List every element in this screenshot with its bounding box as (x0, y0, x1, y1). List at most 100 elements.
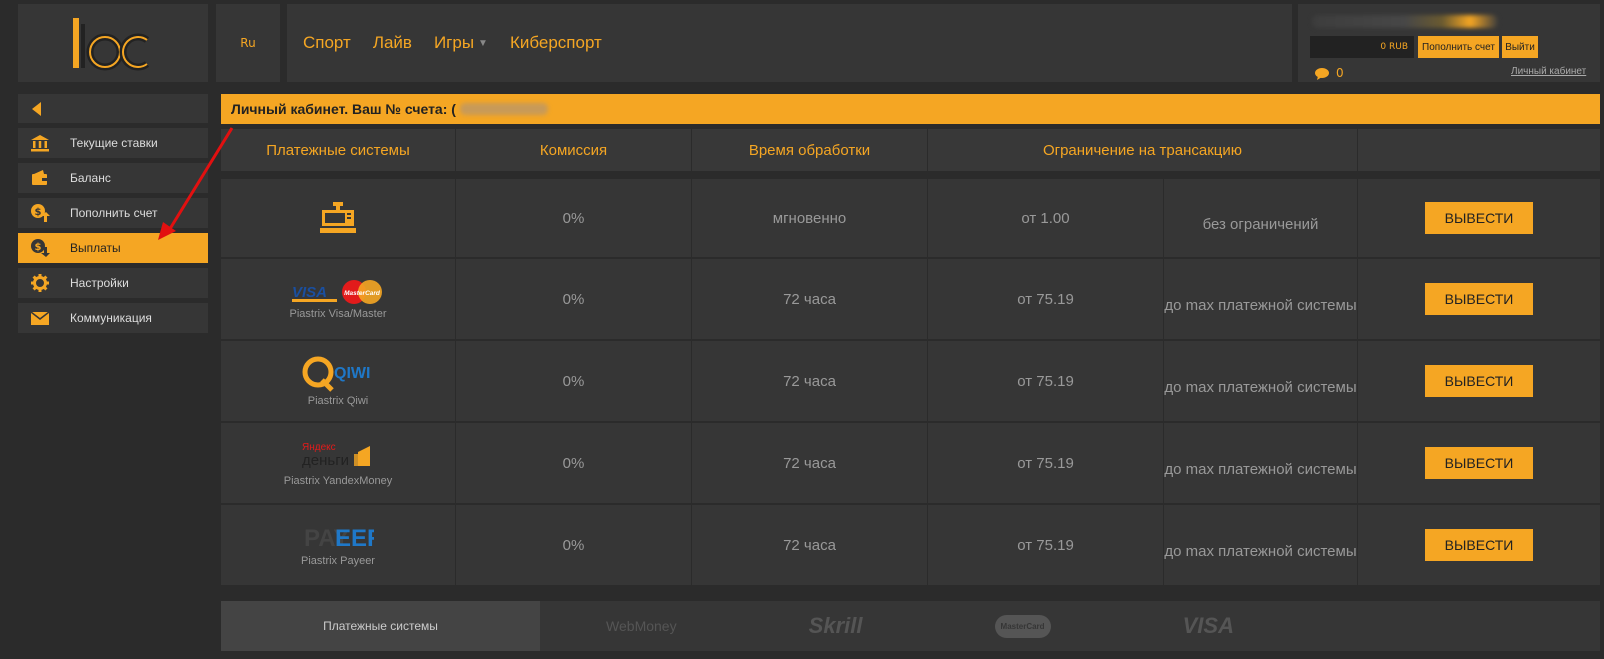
mastercard-logo-text: MasterCard (344, 290, 381, 297)
language-selector[interactable]: Ru (216, 4, 280, 82)
column-header: Комиссия (456, 129, 692, 171)
payment-system-cell: QIWI Piastrix Qiwi (221, 341, 456, 421)
deposit-button[interactable]: Пополнить счет (1418, 36, 1499, 58)
chevron-left-icon (32, 101, 41, 116)
processing-time-cell: мгновенно (692, 179, 928, 257)
column-header: Ограничение на трансакцию (928, 129, 1358, 171)
sidebar-item-settings[interactable]: Настройки (18, 268, 208, 298)
processing-time-cell: 72 часа (692, 259, 928, 339)
table-row: Яндекс деньги Piastrix YandexMoney 0% 72… (221, 423, 1600, 505)
coin-down-icon: $ (18, 238, 62, 258)
nav-games-label: Игры (433, 33, 475, 52)
sidebar-item-deposit[interactable]: $ Пополнить счет (18, 198, 208, 228)
logout-button[interactable]: Выйти (1502, 36, 1538, 58)
commission-cell: 0% (456, 179, 692, 257)
messages-count: 0 (1336, 66, 1344, 80)
min-amount-cell: от 75.19 (928, 423, 1164, 503)
page-title-bar: Личный кабинет. Ваш № счета: ( (221, 94, 1600, 124)
sidebar-item-current-bets[interactable]: Текущие ставки (18, 128, 208, 158)
withdraw-button[interactable]: ВЫВЕСТИ (1425, 365, 1533, 397)
visa-logo: VISA (1182, 613, 1234, 638)
sidebar-item-label: Коммуникация (70, 311, 152, 325)
envelope-icon (18, 311, 62, 325)
chevron-down-icon: ▼ (478, 37, 488, 49)
action-cell: ВЫВЕСТИ (1358, 341, 1600, 421)
skrill-logo: Skrill (808, 613, 863, 638)
nav-sport[interactable]: Спорт (303, 33, 351, 53)
withdraw-button[interactable]: ВЫВЕСТИ (1425, 447, 1533, 479)
action-cell: ВЫВЕСТИ (1358, 423, 1600, 503)
nav-esports[interactable]: Киберспорт (510, 33, 602, 53)
limit-cell: до max платежной системы (1164, 341, 1358, 421)
main-content: Личный кабинет. Ваш № счета: ( Платежные… (221, 94, 1600, 587)
sidebar-item-label: Пополнить счет (70, 206, 158, 220)
payment-system-name: Piastrix YandexMoney (283, 474, 393, 487)
mastercard-logo: MasterCard (994, 614, 1051, 638)
action-cell: ВЫВЕСТИ (1358, 259, 1600, 339)
sidebar-item-label: Выплаты (70, 241, 121, 255)
table-row: PAY EER Piastrix Payeer 0% 72 часа от 75… (221, 505, 1600, 587)
money-logo-text: деньги (302, 452, 349, 469)
min-amount-cell: от 1.00 (928, 179, 1164, 257)
footer-label: Платежные системы (221, 601, 540, 651)
payment-system-cell: VISA MasterCard Piastrix Visa/Master (221, 259, 456, 339)
site-logo[interactable] (18, 4, 208, 82)
visa-mastercard-logo: VISA MasterCard (292, 279, 382, 304)
payeer-logo: PAY EER (304, 525, 374, 552)
processing-time-cell: 72 часа (692, 423, 928, 503)
min-amount-cell: от 75.19 (928, 259, 1164, 339)
gear-icon (18, 274, 62, 292)
min-amount-cell: от 75.19 (928, 341, 1164, 421)
nav-games[interactable]: Игры ▼ (434, 33, 488, 53)
webmoney-logo: WebMoney (606, 618, 677, 634)
withdraw-button[interactable]: ВЫВЕСТИ (1425, 283, 1533, 315)
account-number-blurred (459, 103, 548, 115)
withdraw-button[interactable]: ВЫВЕСТИ (1425, 202, 1533, 234)
nav-live[interactable]: Лайв (373, 33, 412, 53)
qiwi-logo-text: QIWI (334, 365, 370, 382)
table-header: Платежные системы Комиссия Время обработ… (221, 129, 1600, 171)
cash-register-icon (320, 202, 356, 233)
commission-cell: 0% (456, 259, 692, 339)
messages-indicator[interactable]: 0 (1314, 66, 1344, 80)
payout-methods-table: Платежные системы Комиссия Время обработ… (221, 129, 1600, 587)
personal-cabinet-link[interactable]: Личный кабинет (1511, 66, 1586, 77)
sidebar-item-label: Настройки (70, 276, 129, 290)
qiwi-logo: QIWI (302, 356, 370, 392)
limit-cell: до max платежной системы (1164, 505, 1358, 585)
coin-up-icon: $ (18, 203, 62, 223)
payment-system-cell: Яндекс деньги Piastrix YandexMoney (221, 423, 456, 503)
table-row: 0% мгновенно от 1.00 без ограничений ВЫВ… (221, 179, 1600, 259)
processing-time-cell: 72 часа (692, 341, 928, 421)
sidebar-item-label: Баланс (70, 171, 111, 185)
nav-live-label: Лайв (372, 33, 412, 52)
top-navigation: Спорт Лайв Игры ▼ Киберспорт (287, 4, 1292, 82)
action-cell: ВЫВЕСТИ (1358, 505, 1600, 585)
table-row: QIWI Piastrix Qiwi 0% 72 часа от 75.19 д… (221, 341, 1600, 423)
sidebar-item-label: Текущие ставки (70, 136, 158, 150)
footer-payment-systems: Платежные системы WebMoney Skrill Master… (221, 601, 1600, 651)
chat-bubble-icon (1315, 67, 1329, 80)
table-body: 0% мгновенно от 1.00 без ограничений ВЫВ… (221, 179, 1600, 587)
payment-system-name: Piastrix Qiwi (307, 394, 369, 407)
bank-icon (18, 134, 62, 152)
page-title: Личный кабинет. Ваш № счета: ( (231, 101, 456, 117)
sidebar: Текущие ставки Баланс $ Пополнить счет $… (18, 94, 208, 338)
payment-system-cell: PAY EER Piastrix Payeer (221, 505, 456, 585)
payment-system-name: Piastrix Payeer (301, 554, 375, 567)
sidebar-back-button[interactable] (18, 94, 208, 123)
balance-display: 0 RUB (1310, 36, 1414, 58)
limit-cell: без ограничений (1164, 179, 1358, 257)
payment-system-cell (221, 179, 456, 257)
footer-logos: WebMoney Skrill MasterCard VISA (540, 601, 1600, 651)
commission-cell: 0% (456, 505, 692, 585)
processing-time-cell: 72 часа (692, 505, 928, 585)
limit-cell: до max платежной системы (1164, 423, 1358, 503)
1xbet-logo-icon (73, 18, 150, 71)
withdraw-button[interactable]: ВЫВЕСТИ (1425, 529, 1533, 561)
sidebar-item-communication[interactable]: Коммуникация (18, 303, 208, 333)
wallet-icon (18, 170, 62, 186)
column-header: Время обработки (692, 129, 928, 171)
sidebar-item-balance[interactable]: Баланс (18, 163, 208, 193)
sidebar-item-payouts[interactable]: $ Выплаты (18, 233, 208, 263)
